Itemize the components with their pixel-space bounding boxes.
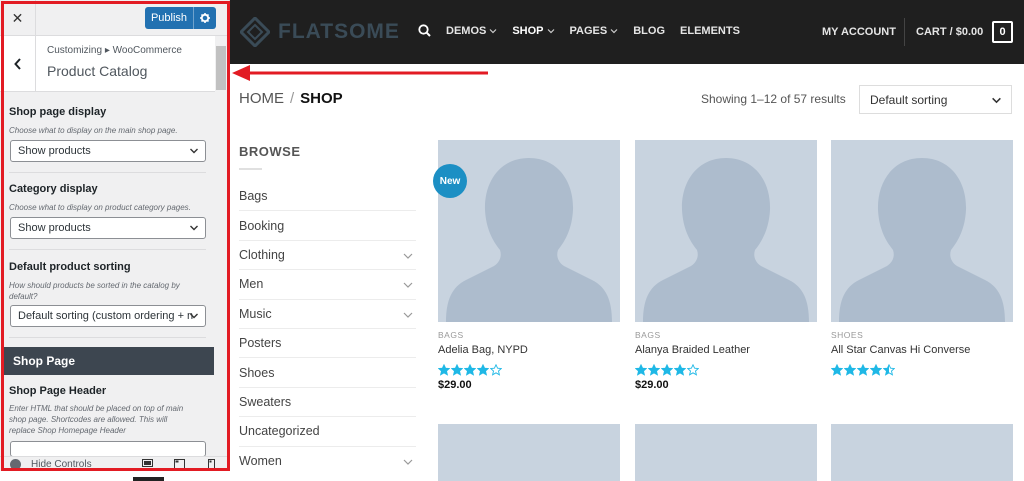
category-link[interactable]: Posters <box>239 329 416 359</box>
rating-stars <box>438 364 620 376</box>
star-icon <box>883 364 895 376</box>
sidebar-title: BROWSE <box>239 144 301 159</box>
product-category: BAGS <box>438 330 464 340</box>
star-icon <box>648 364 660 376</box>
nav-pages[interactable]: PAGES <box>570 25 619 37</box>
star-icon <box>477 364 489 376</box>
product-name[interactable]: Adelia Bag, NYPD <box>438 344 620 356</box>
product-category: SHOES <box>831 330 864 340</box>
placeholder-person-icon <box>643 158 809 322</box>
my-account-link[interactable]: MY ACCOUNT <box>822 26 896 38</box>
category-link[interactable]: Men <box>239 270 416 300</box>
flatsome-logo-icon <box>240 17 270 47</box>
star-icon <box>857 364 869 376</box>
highlight-box <box>1 1 230 471</box>
site-header: FLATSOME DEMOS SHOP PAGES BLOG ELEMENTS … <box>230 0 1024 64</box>
placeholder-person-icon <box>839 158 1005 322</box>
category-link[interactable]: Bags <box>239 182 416 212</box>
cart-link[interactable]: CART / $0.00 <box>916 26 983 38</box>
rating-stars <box>831 364 1013 376</box>
category-link[interactable]: Booking <box>239 211 416 241</box>
logo-text: FLATSOME <box>278 20 400 43</box>
cart-count-badge[interactable]: 0 <box>992 21 1013 43</box>
product-image[interactable] <box>831 140 1013 322</box>
product-category: BAGS <box>635 330 661 340</box>
rating-stars <box>635 364 817 376</box>
star-icon <box>635 364 647 376</box>
product-image-row2[interactable] <box>438 424 620 481</box>
star-icon <box>661 364 673 376</box>
annotation-arrow <box>232 65 488 81</box>
star-icon <box>438 364 450 376</box>
product-image[interactable] <box>635 140 817 322</box>
search-button[interactable] <box>418 24 431 37</box>
product-card[interactable]: SHOES All Star Canvas Hi Converse <box>831 140 1013 379</box>
nav-blog[interactable]: BLOG <box>633 25 665 37</box>
star-icon <box>490 364 502 376</box>
results-count: Showing 1–12 of 57 results <box>701 92 846 106</box>
category-link[interactable]: Shoes <box>239 358 416 388</box>
category-link[interactable]: Sweaters <box>239 388 416 418</box>
star-icon <box>464 364 476 376</box>
product-image-row2[interactable] <box>635 424 817 481</box>
placeholder-person-icon <box>446 158 612 322</box>
star-icon <box>451 364 463 376</box>
chevron-down-icon[interactable] <box>403 252 413 260</box>
star-icon <box>831 364 843 376</box>
nav-elements[interactable]: ELEMENTS <box>680 25 740 37</box>
product-image[interactable] <box>438 140 620 322</box>
product-price: $29.00 <box>438 379 472 391</box>
new-badge: New <box>433 164 467 198</box>
product-name[interactable]: Alanya Braided Leather <box>635 344 817 356</box>
search-icon <box>418 24 431 37</box>
breadcrumb-current: SHOP <box>300 90 343 107</box>
chevron-down-icon <box>992 97 1001 104</box>
category-link[interactable]: Clothing <box>239 241 416 271</box>
chevron-down-icon <box>547 28 554 33</box>
star-icon <box>870 364 882 376</box>
category-list: Bags Booking Clothing Men Music Posters Shoes S… <box>239 182 416 476</box>
category-link[interactable]: Music <box>239 300 416 329</box>
product-price: $29.00 <box>635 379 669 391</box>
breadcrumb-home[interactable]: HOME <box>239 90 284 107</box>
chevron-down-icon <box>489 28 497 33</box>
main-nav: DEMOS SHOP PAGES BLOG ELEMENTS <box>418 24 755 37</box>
product-image-row2[interactable] <box>831 424 1013 481</box>
chevron-down-icon[interactable] <box>403 458 413 466</box>
site-logo[interactable]: FLATSOME <box>240 17 400 47</box>
star-icon <box>687 364 699 376</box>
category-link[interactable]: Uncategorized <box>239 417 416 447</box>
product-card[interactable]: BAGS Alanya Braided Leather $29.00 <box>635 140 817 391</box>
sort-select[interactable]: Default sorting <box>859 85 1012 114</box>
chevron-down-icon[interactable] <box>403 311 413 319</box>
category-link[interactable]: Women <box>239 447 416 476</box>
star-icon <box>674 364 686 376</box>
nav-shop[interactable]: SHOP <box>512 25 554 37</box>
nav-demos[interactable]: DEMOS <box>446 25 497 37</box>
product-name[interactable]: All Star Canvas Hi Converse <box>831 344 1013 356</box>
chevron-down-icon[interactable] <box>403 281 413 289</box>
star-icon <box>844 364 856 376</box>
chevron-down-icon <box>610 28 618 33</box>
breadcrumb: HOME / SHOP <box>239 90 343 107</box>
